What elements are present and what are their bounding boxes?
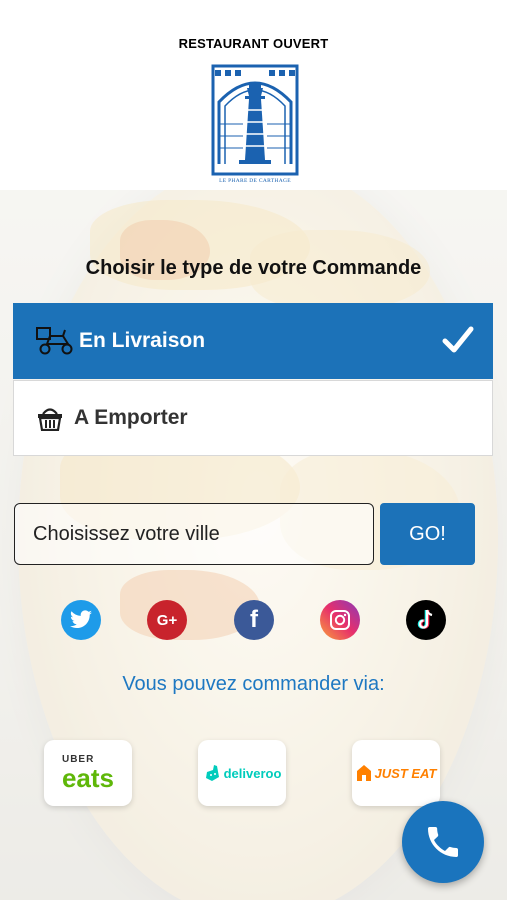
twitter-icon[interactable] — [61, 600, 101, 640]
deliveroo-label: deliveroo — [223, 765, 282, 781]
restaurant-logo[interactable]: LE PHARE DE CARTHAGE — [209, 64, 301, 186]
deliveroo-icon — [205, 765, 219, 781]
city-select-input[interactable] — [14, 503, 374, 565]
delivery-scooter-icon — [35, 326, 75, 356]
option-label: A Emporter — [74, 406, 188, 429]
instagram-icon[interactable] — [320, 600, 360, 640]
ubereats-button[interactable]: UBER eats — [44, 740, 132, 806]
google-plus-icon[interactable]: G+ — [147, 600, 187, 640]
house-icon — [356, 765, 371, 781]
checkmark-icon — [442, 326, 474, 353]
option-delivery[interactable]: En Livraison — [13, 303, 493, 379]
order-type-title: Choisir le type de votre Commande — [85, 257, 422, 279]
lighthouse-logo-icon — [211, 64, 299, 176]
option-takeaway[interactable]: A Emporter — [13, 380, 493, 456]
header: RESTAURANT OUVERT LE PHARE DE CARTHAGE — [0, 0, 507, 190]
deliveroo-button[interactable]: deliveroo — [198, 740, 286, 806]
call-button[interactable] — [402, 801, 484, 883]
phone-icon — [428, 827, 458, 857]
justeat-label: JUST EAT — [374, 765, 437, 781]
restaurant-status: RESTAURANT OUVERT — [178, 36, 329, 51]
ubereats-logo: UBER eats — [61, 754, 115, 793]
basket-icon — [36, 403, 66, 433]
tiktok-icon[interactable] — [406, 600, 446, 640]
go-button[interactable]: GO! — [380, 503, 475, 565]
logo-caption: LE PHARE DE CARTHAGE — [219, 178, 291, 184]
justeat-button[interactable]: JUST EAT — [352, 740, 440, 806]
option-label: En Livraison — [79, 329, 206, 352]
order-via-heading: Vous pouvez commander via: — [122, 673, 385, 695]
facebook-icon[interactable]: f — [234, 600, 274, 640]
